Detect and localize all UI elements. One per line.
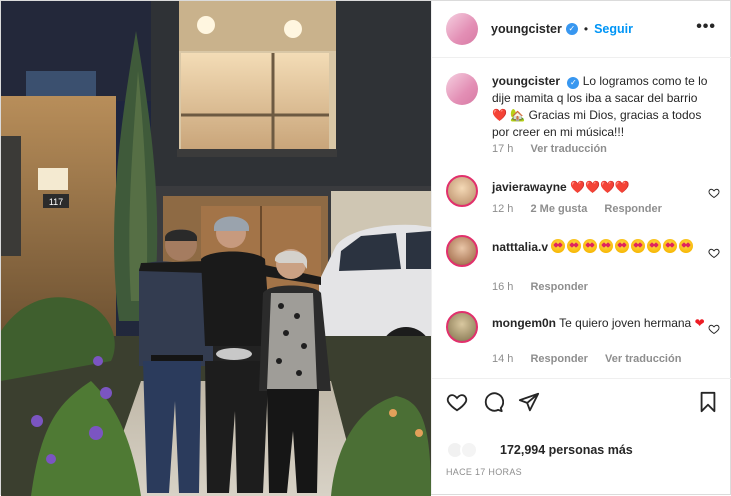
heart-eyes-emoji <box>567 239 582 253</box>
more-options-icon[interactable]: ••• <box>696 19 716 35</box>
comment-text: natttalia.v <box>492 239 712 256</box>
comment-avatar[interactable] <box>446 175 478 207</box>
like-comment-heart-icon[interactable] <box>708 323 720 335</box>
comment-meta: 14 h Responder Ver traducción <box>492 353 695 365</box>
bookmark-save-icon[interactable] <box>698 391 718 413</box>
comment-text: javierawayne ❤️❤️❤️❤️ <box>492 179 712 196</box>
likes-suffix[interactable]: personas más <box>549 443 633 457</box>
heart-eyes-emoji <box>615 239 630 253</box>
heart-eyes-emoji <box>679 239 694 253</box>
comment-reply-button[interactable]: Responder <box>530 281 587 293</box>
like-comment-heart-icon[interactable] <box>708 187 720 199</box>
red-heart-emoji: ❤️ <box>492 108 507 122</box>
post-side-panel: youngcister ✓ • Seguir ••• youngcister ✓… <box>431 1 731 495</box>
verified-badge-icon: ✓ <box>565 23 578 35</box>
caption-username[interactable]: youngcister <box>492 74 560 88</box>
post-time-ago[interactable]: HACE 17 HORAS <box>446 467 522 477</box>
heart-eyes-emoji-row <box>551 239 695 254</box>
liked-by-avatars <box>446 441 492 459</box>
heart-eyes-emoji <box>647 239 662 253</box>
author-username[interactable]: youngcister <box>491 22 562 36</box>
house-number: 117 <box>49 197 63 207</box>
header-separator: • <box>583 22 589 36</box>
comment-reply-button[interactable]: Responder <box>604 203 661 215</box>
comment-username[interactable]: mongem0n <box>492 316 556 330</box>
author-avatar[interactable] <box>446 13 478 45</box>
like-comment-heart-icon[interactable] <box>708 247 720 259</box>
comment-username[interactable]: javierawayne <box>492 180 567 194</box>
comment-avatar[interactable] <box>446 235 478 267</box>
heart-eyes-emoji <box>551 239 566 253</box>
comment-text: mongem0n Te quiero joven hermana ❤ <box>492 315 712 332</box>
caption-text: youngcister ✓ Lo logramos como te lo dij… <box>492 73 712 141</box>
heart-eyes-emoji <box>599 239 614 253</box>
likes-count[interactable]: 172,994 personas más <box>500 443 633 457</box>
caption-time[interactable]: 17 h <box>492 143 513 155</box>
post-photo[interactable]: 117 <box>1 1 431 496</box>
comment-translate-link[interactable]: Ver traducción <box>605 353 681 365</box>
heart-eyes-emoji <box>583 239 598 253</box>
comment-username[interactable]: natttalia.v <box>492 240 548 254</box>
like-heart-icon[interactable] <box>446 391 468 413</box>
comment-time[interactable]: 16 h <box>492 281 513 293</box>
verified-badge-icon: ✓ <box>567 77 580 89</box>
comment-reply-button[interactable]: Responder <box>530 353 587 365</box>
house-family-photo: 117 <box>1 1 431 496</box>
likes-number[interactable]: 172,994 <box>500 443 545 457</box>
caption-meta: 17 h Ver traducción <box>492 143 621 155</box>
comments-list[interactable]: youngcister ✓ Lo logramos como te lo dij… <box>432 59 731 377</box>
comment-time[interactable]: 14 h <box>492 353 513 365</box>
house-emoji: 🏡 <box>510 108 526 122</box>
comment-bubble-icon[interactable] <box>482 391 504 413</box>
heart-emoji: ❤ <box>694 316 705 330</box>
instagram-post: 117 youngcister ✓ • Seguir ••• youngcist… <box>0 0 731 496</box>
follow-button[interactable]: Seguir <box>594 22 633 36</box>
comment-meta: 12 h 2 Me gusta Responder <box>492 203 676 215</box>
caption-avatar[interactable] <box>446 73 478 105</box>
comment-meta: 16 h Responder <box>492 281 602 293</box>
comment-time[interactable]: 12 h <box>492 203 513 215</box>
comment-hearts: ❤️❤️❤️❤️ <box>570 180 630 194</box>
caption-translate-link[interactable]: Ver traducción <box>530 143 606 155</box>
comment-avatar[interactable] <box>446 311 478 343</box>
post-actions: 172,994 personas más HACE 17 HORAS <box>432 378 731 495</box>
comment-message: Te quiero joven hermana <box>559 316 692 330</box>
share-send-icon[interactable] <box>518 391 540 413</box>
heart-eyes-emoji <box>663 239 678 253</box>
comment-like-count[interactable]: 2 Me gusta <box>530 203 587 215</box>
post-header: youngcister ✓ • Seguir ••• <box>432 1 731 58</box>
heart-eyes-emoji <box>631 239 646 253</box>
